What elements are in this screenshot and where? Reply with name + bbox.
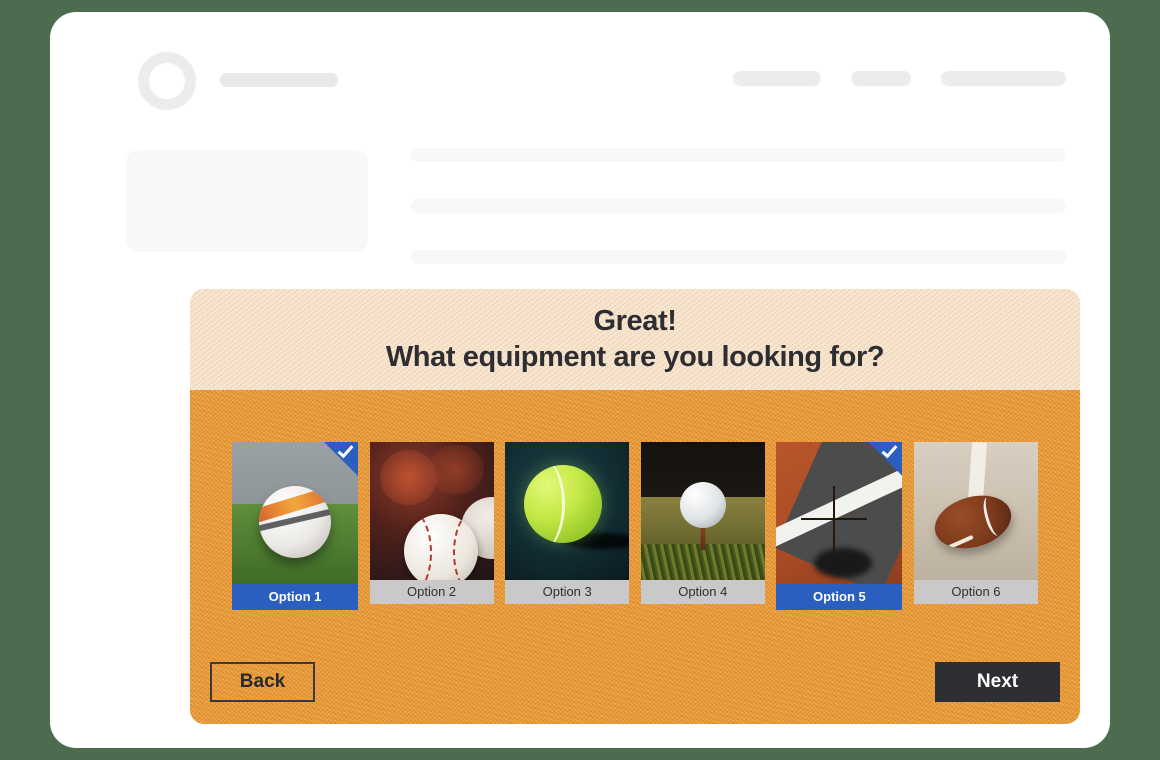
text-placeholder-2 xyxy=(411,199,1066,213)
option-list: Option 1 Option 2 Option 3 Option 4 Opti… xyxy=(232,442,1038,610)
text-placeholder-group xyxy=(411,148,1066,264)
tennis-ball-icon xyxy=(505,442,630,580)
nav-placeholder-group xyxy=(733,71,1066,86)
nav-placeholder-2 xyxy=(851,71,911,86)
nav-placeholder-1 xyxy=(733,71,821,86)
option-card-1[interactable]: Option 1 xyxy=(232,442,358,610)
quiz-title: Great! xyxy=(593,304,677,337)
quiz-header: Great! What equipment are you looking fo… xyxy=(190,289,1080,390)
skeleton-body xyxy=(126,140,1066,265)
option-label-5: Option 5 xyxy=(776,584,903,610)
skeleton-header xyxy=(138,42,1066,112)
logo-placeholder-ring-icon xyxy=(138,52,196,110)
option-thumbnail-2 xyxy=(369,442,494,580)
next-button[interactable]: Next xyxy=(935,662,1060,702)
quiz-panel: Great! What equipment are you looking fo… xyxy=(190,289,1080,724)
quiz-footer: Back Next xyxy=(210,662,1060,702)
football-icon xyxy=(913,442,1038,580)
option-thumbnail-4 xyxy=(640,442,765,580)
back-button[interactable]: Back xyxy=(210,662,315,702)
option-label-1: Option 1 xyxy=(232,584,358,610)
quiz-body: Option 1 Option 2 Option 3 Option 4 Opti… xyxy=(190,390,1080,724)
option-label-6: Option 6 xyxy=(913,580,1038,604)
text-placeholder-1 xyxy=(411,148,1066,162)
option-card-2[interactable]: Option 2 xyxy=(369,442,494,604)
baseball-icon xyxy=(369,442,494,580)
check-badge-icon xyxy=(868,442,903,476)
option-thumbnail-1 xyxy=(232,442,358,584)
option-card-4[interactable]: Option 4 xyxy=(640,442,765,604)
title-placeholder xyxy=(220,73,338,87)
option-card-6[interactable]: Option 6 xyxy=(913,442,1038,604)
quiz-subtitle: What equipment are you looking for? xyxy=(385,341,885,373)
option-label-2: Option 2 xyxy=(369,580,494,604)
text-placeholder-3 xyxy=(411,250,1066,264)
golf-ball-icon xyxy=(640,442,765,580)
option-thumbnail-5 xyxy=(776,442,903,584)
check-badge-icon xyxy=(324,442,358,476)
option-card-3[interactable]: Option 3 xyxy=(505,442,630,604)
option-thumbnail-3 xyxy=(505,442,630,580)
option-label-3: Option 3 xyxy=(505,580,630,604)
nav-placeholder-3 xyxy=(941,71,1066,86)
option-thumbnail-6 xyxy=(913,442,1038,580)
option-label-4: Option 4 xyxy=(640,580,765,604)
page-card: Great! What equipment are you looking fo… xyxy=(50,12,1110,748)
option-card-5[interactable]: Option 5 xyxy=(776,442,903,610)
image-placeholder xyxy=(126,150,368,252)
